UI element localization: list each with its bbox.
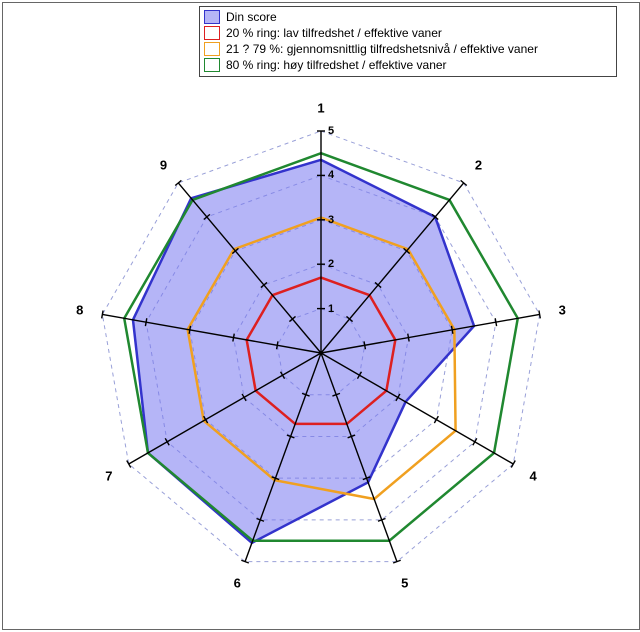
legend-box: Din score20 % ring: lav tilfredshet / ef…: [199, 6, 617, 77]
tick-label: 1: [328, 303, 334, 315]
legend-swatch: [204, 10, 220, 24]
legend-swatch: [204, 58, 220, 72]
legend-label: 21 ? 79 %: gjennomsnittlig tilfredshetsn…: [226, 41, 538, 57]
legend-swatch: [204, 42, 220, 56]
tick-label: 3: [328, 214, 334, 226]
radar-chart-svg: [3, 3, 639, 629]
tick-label: 5: [328, 125, 334, 137]
tick-label: 2: [328, 258, 334, 270]
legend-swatch: [204, 26, 220, 40]
axis-label-2: 2: [475, 158, 482, 173]
axis-label-4: 4: [530, 468, 537, 483]
axis-label-9: 9: [160, 158, 167, 173]
legend-row: 20 % ring: lav tilfredshet / effektive v…: [204, 25, 612, 41]
axis-label-1: 1: [317, 101, 324, 116]
radar-chart-frame: Din score20 % ring: lav tilfredshet / ef…: [2, 2, 640, 630]
axis-label-3: 3: [559, 303, 566, 318]
legend-row: 21 ? 79 %: gjennomsnittlig tilfredshetsn…: [204, 41, 612, 57]
legend-label: Din score: [226, 9, 277, 25]
legend-row: 80 % ring: høy tilfredshet / effektive v…: [204, 57, 612, 73]
axis-label-8: 8: [76, 303, 83, 318]
axis-label-7: 7: [105, 468, 112, 483]
legend-label: 80 % ring: høy tilfredshet / effektive v…: [226, 57, 447, 73]
legend-row: Din score: [204, 9, 612, 25]
axis-label-6: 6: [234, 576, 241, 591]
tick-label: 4: [328, 169, 334, 181]
axis-label-5: 5: [401, 576, 408, 591]
legend-label: 20 % ring: lav tilfredshet / effektive v…: [226, 25, 442, 41]
